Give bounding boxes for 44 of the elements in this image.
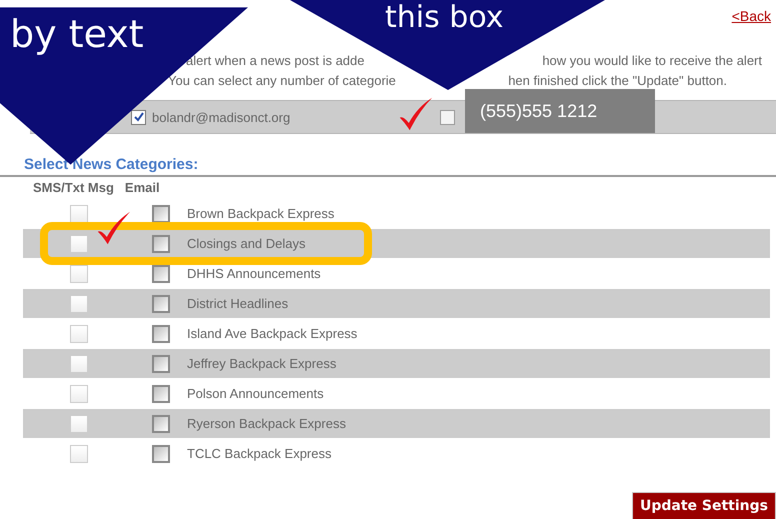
checkbox[interactable] bbox=[152, 444, 170, 462]
column-header: Email bbox=[124, 180, 160, 197]
checkbox[interactable] bbox=[70, 384, 88, 402]
section-title: Select News Categories: bbox=[24, 156, 200, 173]
checkbox[interactable] bbox=[131, 110, 146, 124]
checkbox[interactable] bbox=[70, 294, 88, 312]
checkbox[interactable] bbox=[70, 204, 88, 222]
checkbox[interactable] bbox=[70, 414, 88, 432]
checkbox[interactable] bbox=[152, 234, 170, 252]
category-label: Closings and Delays bbox=[187, 236, 306, 251]
instruction-text: hen finished click the "Update" button. bbox=[508, 72, 727, 88]
category-label: TCLC Backpack Express bbox=[187, 446, 332, 461]
checkbox[interactable] bbox=[152, 384, 170, 402]
instruction-text: how you would like to receive the alert bbox=[542, 52, 762, 68]
checkbox[interactable] bbox=[70, 264, 88, 282]
category-label: Brown Backpack Express bbox=[187, 206, 334, 221]
back-link[interactable]: <Back bbox=[732, 8, 771, 28]
update-settings-button[interactable]: Update Settings bbox=[632, 492, 776, 519]
checkbox[interactable] bbox=[152, 294, 170, 312]
instruction-text: You can select any number of categorie bbox=[168, 72, 396, 88]
category-label: District Headlines bbox=[187, 296, 288, 311]
checkbox[interactable] bbox=[70, 444, 88, 462]
checkbox[interactable] bbox=[70, 324, 88, 342]
checkmark-icon bbox=[96, 210, 132, 246]
checkbox[interactable] bbox=[152, 324, 170, 342]
callout-text: this box bbox=[385, 0, 504, 35]
category-label: DHHS Announcements bbox=[187, 266, 321, 281]
column-header: SMS/Txt Msg bbox=[33, 180, 114, 197]
category-label: Ryerson Backpack Express bbox=[187, 416, 346, 431]
checkmark-icon bbox=[398, 96, 434, 132]
email-address: bolandr@madisonct.org bbox=[152, 110, 290, 124]
phone-number-label: (555)555 1212 bbox=[465, 89, 655, 133]
category-label: Polson Announcements bbox=[187, 386, 324, 401]
checkbox[interactable] bbox=[152, 354, 170, 372]
category-label: Island Ave Backpack Express bbox=[187, 326, 358, 341]
category-label: Jeffrey Backpack Express bbox=[187, 356, 336, 371]
checkbox[interactable] bbox=[152, 414, 170, 432]
callout-text: by text bbox=[10, 12, 144, 56]
checkbox[interactable] bbox=[70, 234, 88, 252]
checkbox[interactable] bbox=[152, 264, 170, 282]
checkbox[interactable] bbox=[440, 110, 456, 124]
instruction-text: alert when a news post is adde bbox=[186, 52, 364, 68]
checkbox[interactable] bbox=[70, 354, 88, 372]
checkbox[interactable] bbox=[152, 204, 170, 222]
